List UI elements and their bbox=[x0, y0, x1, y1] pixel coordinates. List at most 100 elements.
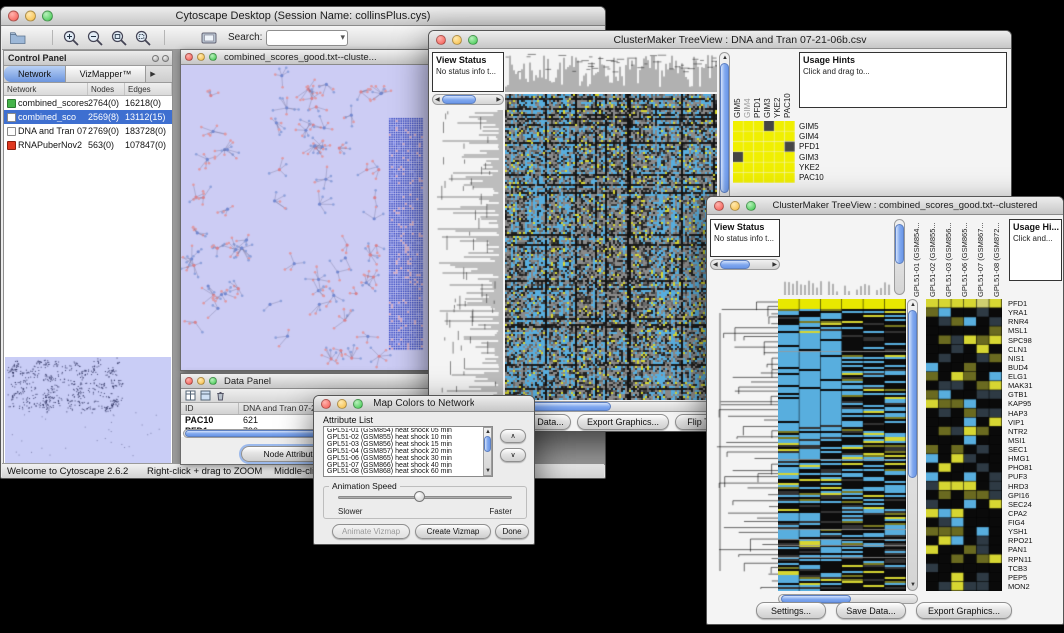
data-panel-titlebar[interactable]: Data Panel bbox=[181, 374, 433, 389]
gene-label[interactable]: TCB3 bbox=[1005, 564, 1062, 573]
network-canvas[interactable] bbox=[181, 65, 429, 370]
scroll-thumb[interactable] bbox=[895, 224, 904, 264]
close-icon[interactable] bbox=[714, 201, 724, 211]
gene-label[interactable]: PFD1 bbox=[1005, 299, 1062, 308]
close-panel-icon[interactable] bbox=[162, 55, 169, 62]
export-graphics-button[interactable]: Export Graphics... bbox=[577, 414, 669, 430]
gene-label[interactable]: PEP5 bbox=[1005, 573, 1062, 582]
header-network[interactable]: Network bbox=[4, 83, 88, 95]
gene-label[interactable]: VIP1 bbox=[1005, 418, 1062, 427]
gene-label[interactable]: HRD3 bbox=[1005, 482, 1062, 491]
gene-label[interactable]: PUF3 bbox=[1005, 472, 1062, 481]
row-dendrogram-canvas[interactable] bbox=[710, 299, 778, 591]
zoom-fit-icon[interactable] bbox=[110, 29, 128, 47]
scroll-right-icon[interactable]: ▶ bbox=[772, 262, 777, 268]
close-icon[interactable] bbox=[321, 399, 331, 409]
close-icon[interactable] bbox=[185, 377, 193, 385]
gene-label[interactable]: HAP3 bbox=[1005, 409, 1062, 418]
cytoscape-titlebar[interactable]: Cytoscape Desktop (Session Name: collins… bbox=[1, 7, 605, 26]
gene-label[interactable]: MON2 bbox=[1005, 582, 1062, 591]
scroll-thumb[interactable] bbox=[720, 63, 729, 193]
snapshot-icon[interactable] bbox=[200, 29, 218, 47]
close-icon[interactable] bbox=[185, 53, 193, 61]
select-attributes-icon[interactable] bbox=[200, 390, 211, 401]
treeview-dna-titlebar[interactable]: ClusterMaker TreeView : DNA and Tran 07-… bbox=[429, 31, 1011, 49]
animate-vizmap-button[interactable]: Animate Vizmap bbox=[332, 524, 410, 539]
zoom-selected-icon[interactable] bbox=[134, 29, 152, 47]
gene-label[interactable]: CPA2 bbox=[1005, 509, 1062, 518]
gene-label[interactable]: PHO81 bbox=[1005, 463, 1062, 472]
gene-label[interactable]: YRA1 bbox=[1005, 308, 1062, 317]
map-colors-titlebar[interactable]: Map Colors to Network bbox=[314, 396, 534, 412]
zoom-icon[interactable] bbox=[209, 377, 217, 385]
scroll-thumb[interactable] bbox=[484, 436, 491, 452]
gene-label[interactable]: RNR4 bbox=[1005, 317, 1062, 326]
gene-label[interactable]: PAN1 bbox=[1005, 545, 1062, 554]
table-icon[interactable] bbox=[185, 390, 196, 401]
gene-label[interactable]: NTR2 bbox=[1005, 427, 1062, 436]
correlation-matrix-canvas[interactable] bbox=[733, 121, 795, 183]
view-status-scrollbar[interactable]: ◀ ▶ bbox=[432, 94, 504, 105]
animation-speed-slider[interactable] bbox=[338, 496, 512, 499]
zoom-heatmap-canvas[interactable] bbox=[926, 299, 1002, 591]
gene-label[interactable]: RPO21 bbox=[1005, 536, 1062, 545]
save-data-button[interactable]: Save Data... bbox=[836, 602, 906, 619]
gene-label[interactable]: SEC1 bbox=[1005, 445, 1062, 454]
tab-vizmapper[interactable]: VizMapper™ bbox=[66, 66, 146, 82]
heatmap-vertical-scrollbar[interactable]: ▲ ▼ bbox=[907, 299, 918, 591]
minimize-icon[interactable] bbox=[452, 35, 462, 45]
create-vizmap-button[interactable]: Create Vizmap bbox=[415, 524, 491, 539]
trash-icon[interactable] bbox=[215, 390, 226, 401]
network-list-row[interactable]: DNA and Tran 072769(0)183728(0) bbox=[4, 124, 172, 138]
search-input[interactable]: ▾ bbox=[266, 30, 348, 46]
minimize-icon[interactable] bbox=[25, 11, 36, 22]
zoom-in-icon[interactable] bbox=[62, 29, 80, 47]
gene-label[interactable]: MSL1 bbox=[1005, 326, 1062, 335]
close-icon[interactable] bbox=[8, 11, 19, 22]
scroll-up-icon[interactable]: ▲ bbox=[485, 429, 491, 435]
header-id[interactable]: ID bbox=[181, 403, 239, 414]
top-vertical-scrollbar[interactable] bbox=[894, 219, 905, 295]
move-up-button[interactable]: ∧ bbox=[500, 429, 526, 443]
gene-label[interactable]: MAK31 bbox=[1005, 381, 1062, 390]
network-list-row[interactable]: RNAPuberNov2563(0)107847(0) bbox=[4, 138, 172, 152]
float-panel-icon[interactable] bbox=[152, 55, 159, 62]
close-icon[interactable] bbox=[436, 35, 446, 45]
slider-thumb[interactable] bbox=[414, 491, 425, 502]
minimize-icon[interactable] bbox=[197, 53, 205, 61]
minimize-icon[interactable] bbox=[337, 399, 347, 409]
zoom-out-icon[interactable] bbox=[86, 29, 104, 47]
scroll-down-icon[interactable]: ▼ bbox=[485, 468, 491, 474]
tab-overflow-button[interactable]: ▶ bbox=[146, 66, 160, 82]
list-scrollbar[interactable]: ▲ ▼ bbox=[483, 427, 492, 476]
column-dendrogram-canvas[interactable] bbox=[782, 219, 892, 295]
export-graphics-button[interactable]: Export Graphics... bbox=[916, 602, 1012, 619]
gene-label[interactable]: YSH1 bbox=[1005, 527, 1062, 536]
heatmap-canvas[interactable] bbox=[505, 94, 717, 400]
gene-label[interactable]: SEC24 bbox=[1005, 500, 1062, 509]
scroll-right-icon[interactable]: ▶ bbox=[496, 97, 501, 103]
done-button[interactable]: Done bbox=[495, 524, 529, 539]
gene-label[interactable]: HMG1 bbox=[1005, 454, 1062, 463]
tab-network[interactable]: Network bbox=[4, 66, 66, 82]
settings-button[interactable]: Settings... bbox=[756, 602, 826, 619]
scroll-left-icon[interactable]: ◀ bbox=[713, 262, 718, 268]
minimize-icon[interactable] bbox=[197, 377, 205, 385]
gene-label[interactable]: RPN11 bbox=[1005, 555, 1062, 564]
row-dendrogram-canvas[interactable] bbox=[432, 110, 503, 400]
view-status-scrollbar[interactable]: ◀ ▶ bbox=[710, 259, 780, 270]
zoom-icon[interactable] bbox=[42, 11, 53, 22]
scroll-up-icon[interactable]: ▲ bbox=[910, 302, 916, 308]
zoom-icon[interactable] bbox=[353, 399, 363, 409]
network-overview-thumbnail[interactable] bbox=[5, 357, 171, 463]
header-edges[interactable]: Edges bbox=[125, 83, 172, 95]
attribute-list-item[interactable]: GPL51-08 (GSM868) heat shock 60 min bbox=[325, 469, 482, 475]
scroll-thumb[interactable] bbox=[720, 260, 750, 269]
gene-label[interactable]: GTB1 bbox=[1005, 390, 1062, 399]
network-list-row[interactable]: combined_sco2569(8)13112(15) bbox=[4, 110, 172, 124]
gene-label[interactable]: BUD4 bbox=[1005, 363, 1062, 372]
gene-label[interactable]: CLN1 bbox=[1005, 345, 1062, 354]
gene-label[interactable]: FIG4 bbox=[1005, 518, 1062, 527]
header-nodes[interactable]: Nodes bbox=[88, 83, 125, 95]
scroll-thumb[interactable] bbox=[908, 310, 917, 478]
